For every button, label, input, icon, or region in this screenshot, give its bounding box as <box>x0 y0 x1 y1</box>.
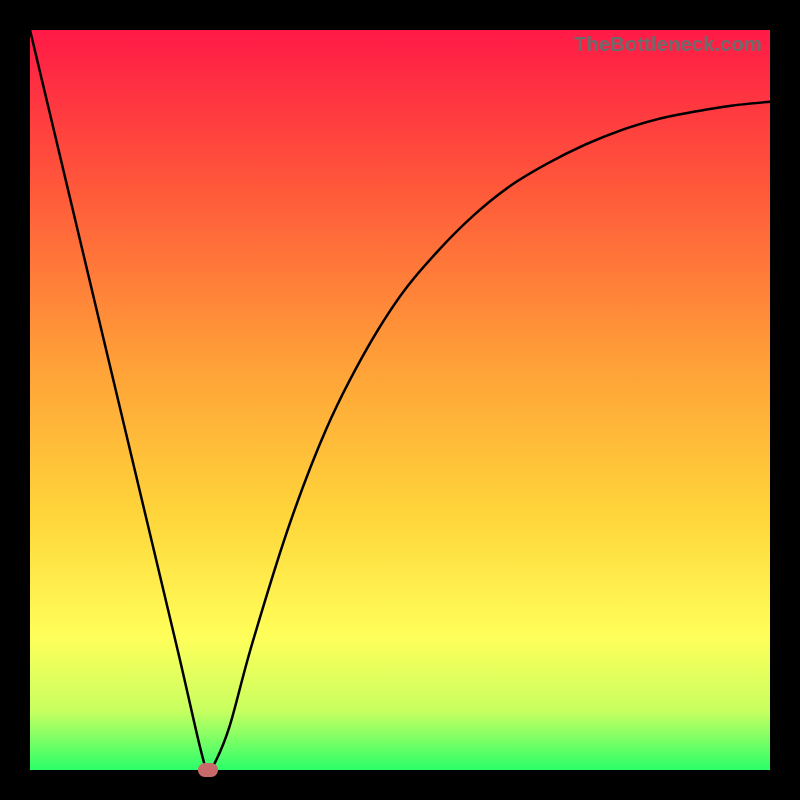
curve-path <box>30 30 770 770</box>
chart-frame: TheBottleneck.com <box>0 0 800 800</box>
minimum-marker <box>198 763 218 777</box>
plot-area: TheBottleneck.com <box>30 30 770 770</box>
curve-svg <box>30 30 770 770</box>
